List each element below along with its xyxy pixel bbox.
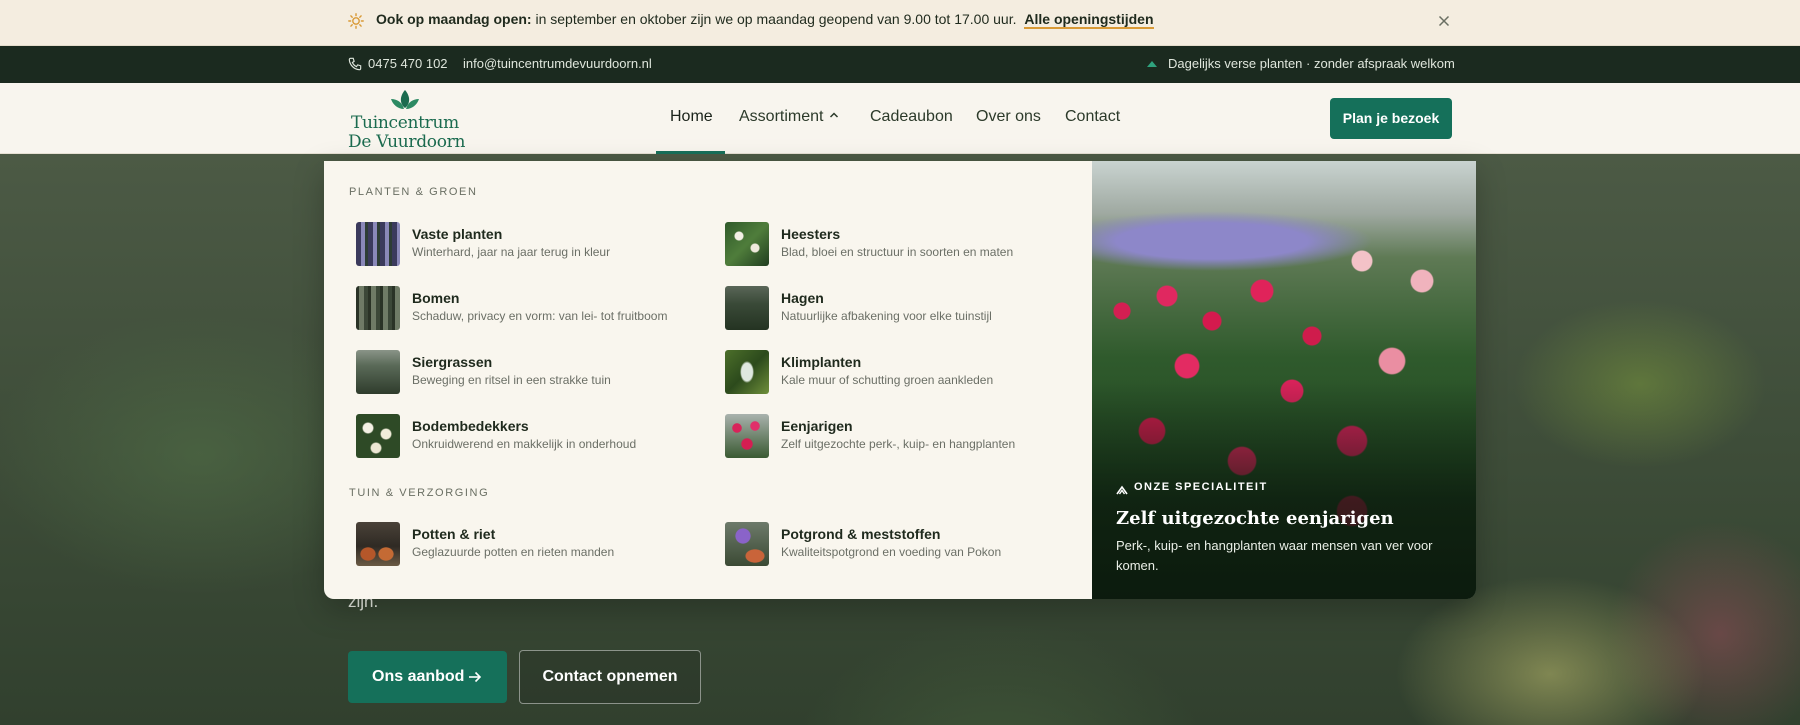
category-name: Vaste planten — [412, 226, 503, 242]
category-name: Bomen — [412, 290, 460, 306]
category-desc: Beweging en ritsel in een strakke tuin — [412, 373, 611, 387]
sprout-icon — [1116, 485, 1128, 495]
promo-description: Perk-, kuip- en hangplanten waar mensen … — [1116, 538, 1433, 573]
category-name: Hagen — [781, 290, 824, 306]
thumbnail-eenjarigen — [725, 414, 769, 458]
category-bomen[interactable]: Bomen Schaduw, privacy en vorm: van lei-… — [356, 284, 686, 332]
promo-eyebrow: Onze specialiteit — [1134, 481, 1268, 493]
plan-visit-button[interactable]: Plan je bezoek — [1330, 98, 1452, 139]
contact-opnemen-button[interactable]: Contact opnemen — [519, 650, 701, 704]
thumbnail-bodembedekkers — [356, 414, 400, 458]
ons-aanbod-button[interactable]: Ons aanbod — [348, 651, 507, 703]
announcement-body: in september en oktober zijn we op maand… — [535, 11, 1017, 27]
thumbnail-siergrassen — [356, 350, 400, 394]
category-heesters[interactable]: Heesters Blad, bloei en structuur in soo… — [725, 220, 1055, 268]
category-potten-riet[interactable]: Potten & riet Geglazuurde potten en riet… — [356, 520, 686, 568]
nav-item-over-ons[interactable]: Over ons — [976, 108, 1041, 126]
thumbnail-vaste-planten — [356, 222, 400, 266]
category-name: Siergrassen — [412, 354, 493, 370]
promo-title: Zelf uitgezochte eenjarigen — [1116, 508, 1394, 529]
thumbnail-klimplanten — [725, 350, 769, 394]
category-desc: Zelf uitgezochte perk-, kuip- en hangpla… — [781, 437, 1016, 451]
category-eenjarigen[interactable]: Eenjarigen Zelf uitgezochte perk-, kuip-… — [725, 412, 1055, 460]
announcement-bold: Ook op maandag open: — [376, 11, 532, 27]
category-desc: Geglazuurde potten en rieten manden — [412, 545, 615, 559]
section-title-planten: Planten & groen — [349, 186, 478, 198]
category-desc: Kale muur of schutting groen aankleden — [781, 373, 994, 387]
thumbnail-potgrond-meststoffen — [725, 522, 769, 566]
category-bodembedekkers[interactable]: Bodembedekkers Onkruidwerend en makkelij… — [356, 412, 686, 460]
category-desc: Onkruidwerend en makkelijk in onderhoud — [412, 437, 637, 451]
nav-item-assortiment-label: Assortiment — [739, 108, 824, 125]
chevron-up-icon — [830, 112, 839, 118]
category-siergrassen[interactable]: Siergrassen Beweging en ritsel in een st… — [356, 348, 686, 396]
utility-tagline: Dagelijks verse planten · zonder afspraa… — [1168, 56, 1455, 71]
category-klimplanten[interactable]: Klimplanten Kale muur of schutting groen… — [725, 348, 1055, 396]
nav-item-cadeaubon[interactable]: Cadeaubon — [870, 108, 953, 126]
ons-aanbod-label: Ons aanbod — [372, 668, 465, 685]
main-navigation: Tuincentrum De Vuurdoorn Home Assortimen… — [0, 83, 1800, 154]
announcement-text: Ook op maandag open: in september en okt… — [376, 11, 1154, 29]
section-title-tuin: Tuin & verzorging — [349, 487, 490, 499]
category-desc: Schaduw, privacy en vorm: van lei- tot f… — [412, 309, 668, 323]
thumbnail-hagen — [725, 286, 769, 330]
category-name: Potgrond & meststoffen — [781, 526, 941, 542]
thumbnail-bomen — [356, 286, 400, 330]
opening-hours-link[interactable]: Alle openingstijden — [1024, 11, 1154, 29]
category-desc: Winterhard, jaar na jaar terug in kleur — [412, 245, 611, 259]
category-desc: Blad, bloei en structuur in soorten en m… — [781, 245, 1014, 259]
leaf-logo-icon — [391, 90, 419, 109]
category-name: Heesters — [781, 226, 841, 242]
nav-item-home[interactable]: Home — [670, 108, 713, 126]
email-link[interactable]: info@tuincentrumdevuurdoorn.nl — [463, 56, 652, 71]
announcement-bar: Ook op maandag open: in september en okt… — [0, 0, 1800, 46]
assortiment-mega-menu: Planten & groen Vaste planten Winterhard… — [324, 161, 1476, 599]
category-potgrond-meststoffen[interactable]: Potgrond & meststoffen Kwaliteitspotgron… — [725, 520, 1055, 568]
category-name: Potten & riet — [412, 526, 496, 542]
thumbnail-potten-riet — [356, 522, 400, 566]
nav-item-contact[interactable]: Contact — [1065, 108, 1120, 126]
category-hagen[interactable]: Hagen Natuurlijke afbakening voor elke t… — [725, 284, 1055, 332]
phone-link[interactable]: 0475 470 102 — [368, 56, 448, 71]
promo-panel[interactable]: Onze specialiteit Zelf uitgezochte eenja… — [1092, 161, 1476, 599]
sun-icon — [348, 13, 364, 29]
category-desc: Kwaliteitspotgrond en voeding van Pokon — [781, 545, 1002, 559]
category-name: Klimplanten — [781, 354, 862, 370]
nav-item-assortiment[interactable]: Assortiment — [739, 108, 839, 126]
category-name: Bodembedekkers — [412, 418, 529, 434]
category-desc: Natuurlijke afbakening voor elke tuinsti… — [781, 309, 992, 323]
logo-line-1: Tuincentrum — [351, 113, 459, 133]
thumbnail-heesters — [725, 222, 769, 266]
arrow-right-icon — [469, 671, 482, 683]
utility-bar: 0475 470 102 info@tuincentrumdevuurdoorn… — [0, 46, 1800, 83]
logo-line-2: De Vuurdoorn — [348, 132, 466, 152]
category-name: Eenjarigen — [781, 418, 853, 434]
category-vaste-planten[interactable]: Vaste planten Winterhard, jaar na jaar t… — [356, 220, 686, 268]
site-logo[interactable]: Tuincentrum De Vuurdoorn — [348, 88, 466, 152]
leaf-icon — [1147, 61, 1157, 67]
phone-icon — [348, 57, 362, 71]
close-icon[interactable] — [1436, 13, 1452, 29]
